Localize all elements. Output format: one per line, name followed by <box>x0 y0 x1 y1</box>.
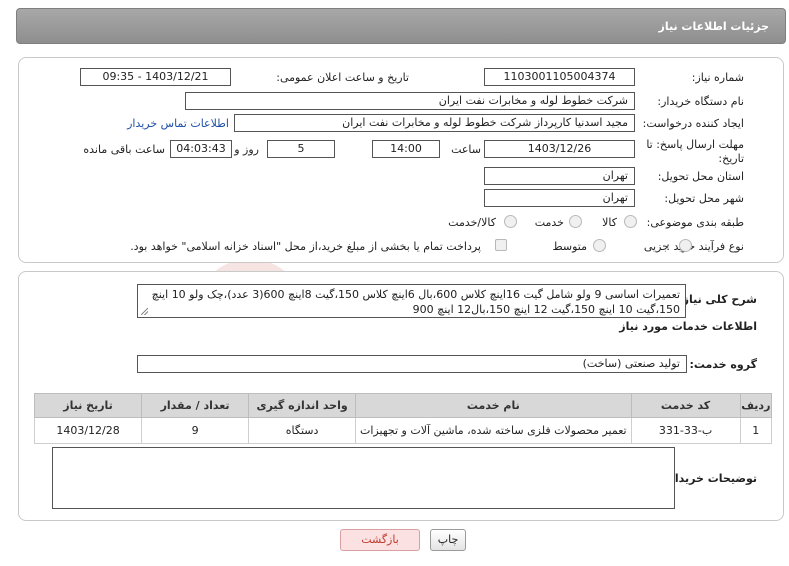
time-remaining-field: 04:03:43 <box>170 140 232 158</box>
request-creator-label: ایجاد کننده درخواست: <box>642 117 744 130</box>
category-service-label: خدمت <box>534 216 564 229</box>
page-title: جزئیات اطلاعات نیاز <box>658 20 770 33</box>
cell-service-code: ب-33-331 <box>630 417 741 444</box>
deadline-label: مهلت ارسال پاسخ: تا <box>646 138 744 151</box>
city-field: تهران <box>484 189 635 207</box>
announce-datetime-label: تاریخ و ساعت اعلان عمومی: <box>276 71 409 84</box>
summary-textarea[interactable]: تعمیرات اساسی 9 ولو شامل گیت 16اینچ کلاس… <box>137 284 686 318</box>
page-header: جزئیات اطلاعات نیاز <box>16 8 786 44</box>
process-medium-label: متوسط <box>552 240 587 253</box>
cell-unit: دستگاه <box>248 417 357 444</box>
cell-need-date: 1403/12/28 <box>33 417 143 444</box>
deadline-date-label: تاریخ: <box>718 152 744 165</box>
services-section-title: اطلاعات خدمات مورد نیاز <box>619 320 757 333</box>
process-minor-label: جزیی <box>643 240 669 253</box>
days-label: روز و <box>234 143 259 156</box>
process-medium-radio[interactable] <box>593 239 606 252</box>
services-table-header-row: ردیف کد خدمت نام خدمت واحد اندازه گیری ت… <box>33 393 773 418</box>
category-goods-service-radio[interactable] <box>504 215 517 228</box>
province-label: استان محل تحویل: <box>657 170 744 183</box>
service-group-field: تولید صنعتی (ساخت) <box>137 355 687 373</box>
cell-service-name: تعمیر محصولات فلزی ساخته شده، ماشین آلات… <box>355 417 632 444</box>
cell-quantity: 9 <box>141 417 250 444</box>
service-group-label: گروه خدمت: <box>689 358 757 371</box>
buyer-org-field: شرکت خطوط لوله و مخابرات نفت ایران <box>185 92 635 110</box>
buyer-org-label: نام دستگاه خریدار: <box>657 95 744 108</box>
cell-row-number: 1 <box>739 417 773 444</box>
buyer-contact-link[interactable]: اطلاعات تماس خریدار <box>127 117 229 130</box>
process-minor-radio[interactable] <box>679 239 692 252</box>
col-header-row-number: ردیف <box>739 393 773 418</box>
buyer-notes-textarea[interactable] <box>52 447 675 509</box>
col-header-need-date: تاریخ نیاز <box>33 393 143 418</box>
process-type-label: نوع فرآیند خرید : <box>666 240 744 253</box>
time-remaining-label: ساعت باقی مانده <box>83 143 165 156</box>
category-goods-radio[interactable] <box>624 215 637 228</box>
treasury-payment-note: پرداخت تمام یا بخشی از مبلغ خرید،از محل … <box>130 240 481 253</box>
treasury-payment-checkbox[interactable] <box>495 239 507 251</box>
back-button[interactable]: بازگشت <box>340 529 420 551</box>
deadline-date-field: 1403/12/26 <box>484 140 635 158</box>
province-field: تهران <box>484 167 635 185</box>
col-header-quantity: تعداد / مقدار <box>141 393 250 418</box>
col-header-service-code: کد خدمت <box>630 393 741 418</box>
resize-handle-icon[interactable] <box>141 308 148 315</box>
summary-label: شرح کلی نیاز: <box>678 293 757 306</box>
col-header-service-name: نام خدمت <box>355 393 632 418</box>
request-creator-field: مجید اسدنیا کارپرداز شرکت خطوط لوله و مخ… <box>234 114 635 132</box>
need-info-panel <box>18 57 784 263</box>
need-number-label: شماره نیاز: <box>691 71 744 84</box>
table-row: 1 ب-33-331 تعمیر محصولات فلزی ساخته شده،… <box>33 417 773 444</box>
buyer-notes-label: توضیحات خریدار: <box>664 472 757 485</box>
category-goods-service-label: کالا/خدمت <box>448 216 496 229</box>
deadline-time-field: 14:00 <box>372 140 440 158</box>
need-number-field: 1103001105004374 <box>484 68 635 86</box>
summary-text: تعمیرات اساسی 9 ولو شامل گیت 16اینچ کلاس… <box>151 288 680 316</box>
deadline-time-label: ساعت <box>451 143 481 156</box>
category-service-radio[interactable] <box>569 215 582 228</box>
city-label: شهر محل تحویل: <box>664 192 744 205</box>
services-table: ردیف کد خدمت نام خدمت واحد اندازه گیری ت… <box>33 393 773 444</box>
col-header-unit: واحد اندازه گیری <box>248 393 357 418</box>
category-label: طبقه بندی موضوعی: <box>646 216 744 229</box>
category-goods-label: کالا <box>602 216 617 229</box>
days-remaining-field: 5 <box>267 140 335 158</box>
print-button[interactable]: چاپ <box>430 529 466 551</box>
announce-datetime-field: 1403/12/21 - 09:35 <box>80 68 231 86</box>
